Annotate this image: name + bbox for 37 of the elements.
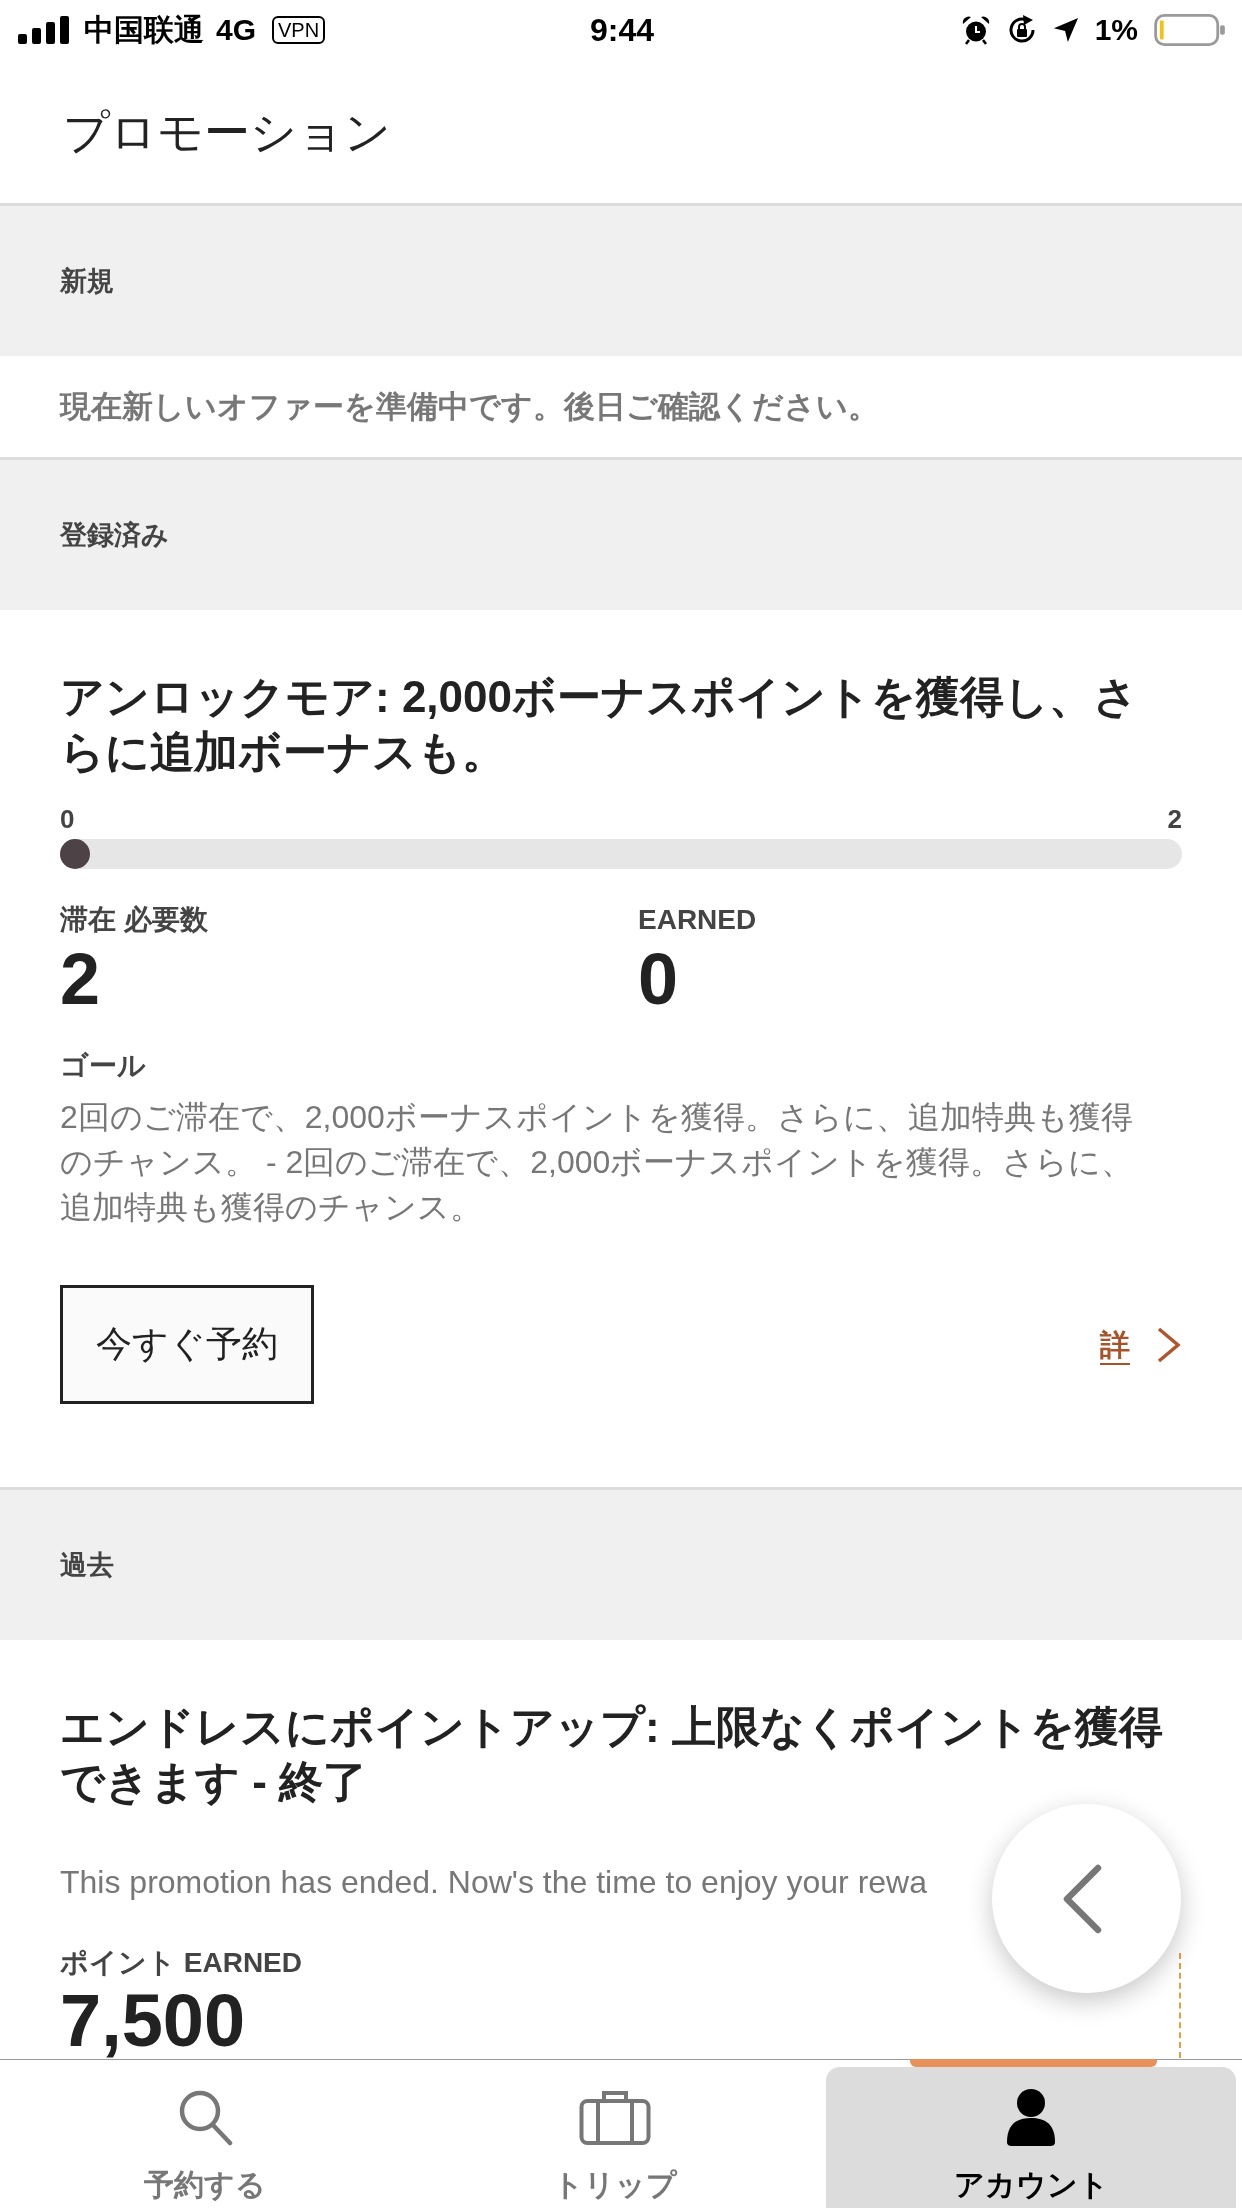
tab-bar-item[interactable]: 予約する [0,2060,410,2208]
alarm-clock-icon [960,15,991,45]
battery-icon [1154,14,1226,46]
network-type: 4G [216,12,257,48]
clock-time: 9:44 [590,12,655,48]
location-arrow-icon [1052,17,1079,43]
goal-description: 2回のご滞在で、2,000ボーナスポイントを獲得。さらに、追加特典も獲得のチャンス。 - 2回のご滞在で、2,000ボーナスポイントを獲得。さらに、追加特典も獲得のチャンス。 [60,1098,1135,1227]
rotation-lock-icon [1006,15,1037,45]
stat-label: 滞在 必要数 [60,903,208,937]
range-max-label: 2 [1167,804,1182,834]
goal-label: ゴール [60,1049,146,1083]
person-icon [1005,2088,1057,2146]
chevron-right-icon [1156,1326,1182,1363]
suitcase-icon [579,2088,651,2146]
signal-icon [18,16,70,44]
offer-title: アンロックモア: 2,000ボーナスポイントを獲得し、さらに追加ボーナスも。 [60,671,1139,778]
stat-value: 7,500 [60,1986,246,2056]
stat-label: ポイント EARNED [60,1946,302,1980]
empty-offers-message: 現在新しいオファーを準備中です。後日ご確認ください。 [60,387,879,426]
offer-title: エンドレスにポイントアップ: 上限なくポイントを獲得できます - 終了 [60,1701,1164,1808]
stat-label: EARNED [638,903,757,937]
details-link[interactable]: 詳 [1100,1326,1182,1363]
section-heading: 過去 [60,1549,114,1582]
page-title: プロモーション [63,104,391,160]
book-now-button[interactable]: 今すぐ予約 [60,1285,314,1404]
carrier-name: 中国联通 [84,12,204,48]
search-icon [177,2088,233,2146]
tab-bar-item[interactable]: トリップ [410,2060,820,2208]
stat-value: 0 [638,941,679,1017]
ended-message: This promotion has ended. Now's the time to enjoy your rewa [60,1863,927,1902]
battery-percent: 1% [1094,12,1138,48]
tab-bar-item[interactable]: アカウント [826,2067,1236,2208]
vpn-indicator: VPN [272,16,326,44]
section-heading: 新規 [60,265,114,298]
stat-value: 2 [60,941,101,1017]
range-min-label: 0 [60,804,75,834]
section-heading: 登録済み [60,519,169,552]
